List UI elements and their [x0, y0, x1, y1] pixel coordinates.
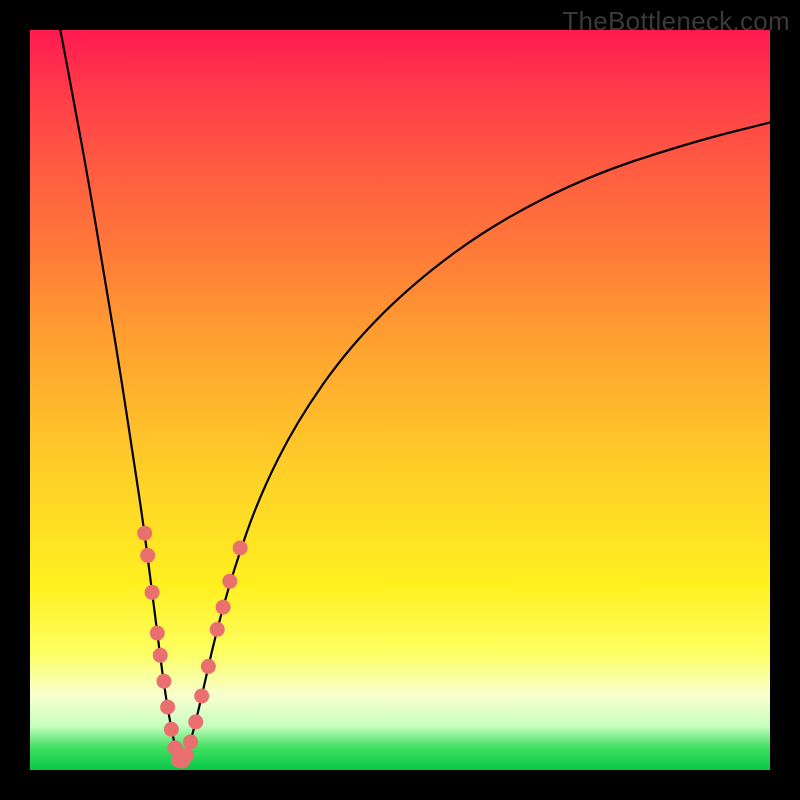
highlight-dot: [210, 622, 225, 637]
highlight-dot: [194, 689, 209, 704]
plot-area: [30, 30, 770, 770]
highlight-dot: [183, 734, 198, 749]
highlight-dot: [233, 541, 248, 556]
highlight-dot: [188, 714, 203, 729]
highlight-dot: [140, 548, 155, 563]
chart-frame: TheBottleneck.com: [0, 0, 800, 800]
highlight-dot: [137, 526, 152, 541]
highlight-dot: [222, 574, 237, 589]
curve-right-branch: [180, 123, 770, 765]
highlight-dot: [179, 748, 194, 763]
chart-svg: [30, 30, 770, 770]
highlight-dot: [164, 722, 179, 737]
highlight-dot: [216, 600, 231, 615]
highlight-dot: [150, 626, 165, 641]
highlight-dot: [145, 585, 160, 600]
highlight-dot: [201, 659, 216, 674]
highlight-dot: [156, 674, 171, 689]
highlight-dot: [160, 700, 175, 715]
highlight-dot: [153, 648, 168, 663]
